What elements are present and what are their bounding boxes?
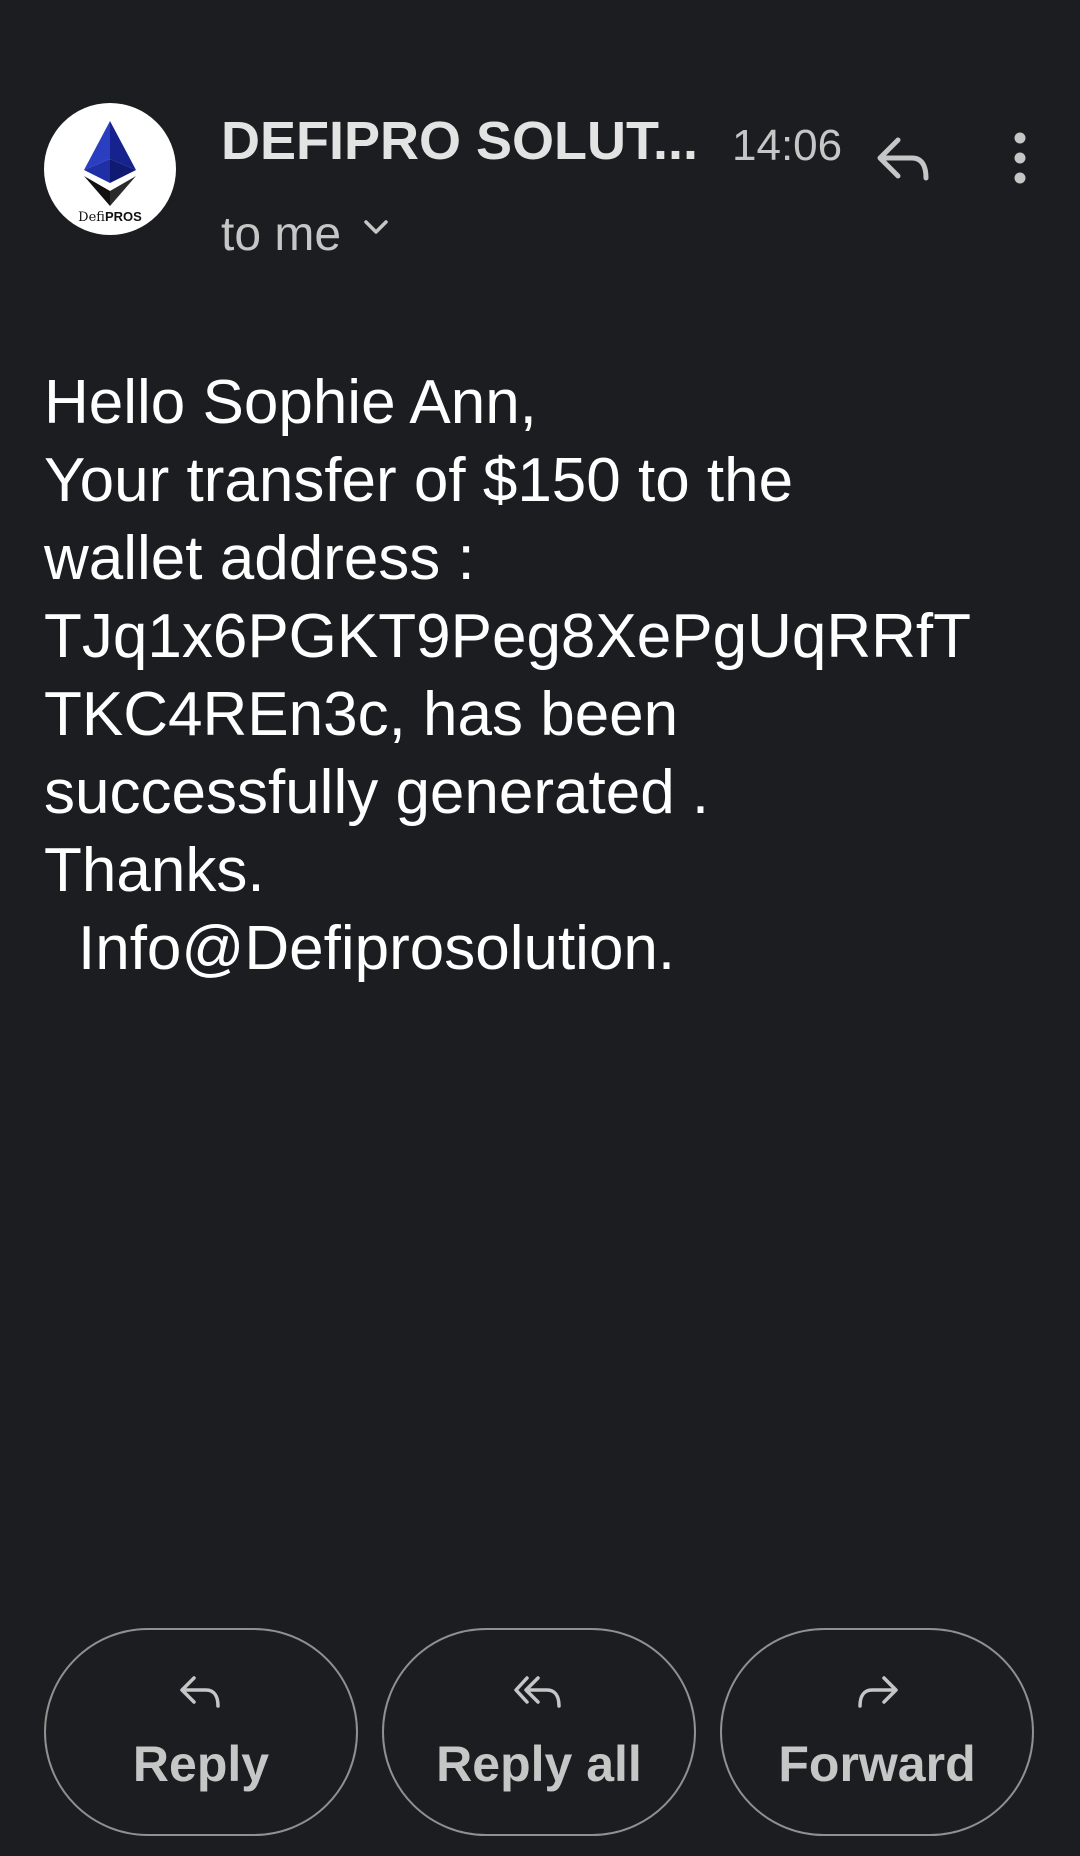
- email-body: Hello Sophie Ann, Your transfer of $150 …: [44, 364, 1044, 988]
- scrolled-subject-fragment: [0, 0, 1080, 6]
- body-line-signature: Info@Defiprosolution.: [78, 914, 676, 983]
- body-line-thanks: Thanks.: [44, 836, 265, 905]
- recipient-label: to me: [221, 208, 342, 261]
- reply-button[interactable]: Reply: [44, 1628, 358, 1836]
- body-line: wallet address :: [44, 524, 475, 593]
- sender-avatar[interactable]: DefiPROS: [44, 103, 176, 235]
- logo-text-prefix: Defi: [78, 210, 105, 225]
- svg-text:DefiPROS: DefiPROS: [78, 209, 142, 225]
- body-line: Your transfer of $150 to the: [44, 446, 794, 515]
- logo-text-suffix: PROS: [105, 209, 142, 224]
- forward-icon: [858, 1676, 898, 1708]
- body-line-greeting: Hello Sophie Ann,: [44, 368, 537, 437]
- reply-all-button[interactable]: Reply all: [382, 1628, 696, 1836]
- wallet-address-line: TKC4REn3c, has been: [44, 680, 679, 749]
- body-line: successfully generated .: [44, 758, 710, 827]
- chevron-down-icon: [364, 220, 388, 234]
- more-vert-icon[interactable]: [1000, 128, 1040, 190]
- defipros-logo-icon: DefiPROS: [78, 121, 142, 225]
- wallet-address-line: TJq1x6PGKT9Peg8XePgUqRRfT: [44, 602, 971, 671]
- sender-name[interactable]: DEFIPRO SOLUT...: [221, 108, 716, 174]
- forward-label: Forward: [778, 1736, 976, 1792]
- recipient-details-toggle[interactable]: to me: [221, 205, 393, 265]
- reply-icon[interactable]: [872, 128, 934, 190]
- email-time: 14:06: [732, 121, 843, 170]
- reply-all-icon: [514, 1676, 561, 1708]
- forward-button[interactable]: Forward: [720, 1628, 1034, 1836]
- reply-icon: [180, 1676, 220, 1708]
- reply-all-label: Reply all: [436, 1736, 642, 1792]
- reply-label: Reply: [132, 1736, 270, 1792]
